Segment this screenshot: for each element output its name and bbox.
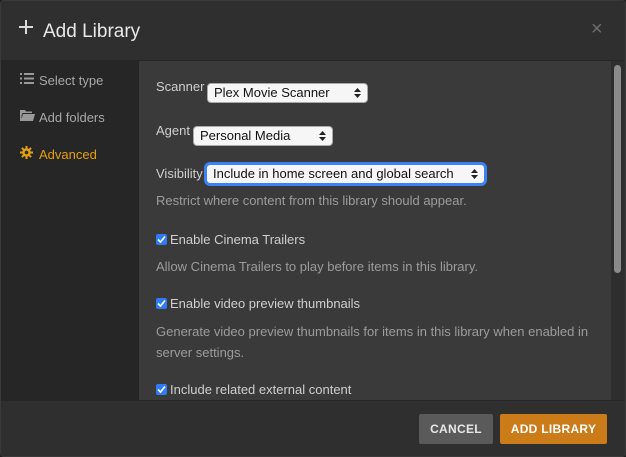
chevron-updown-icon xyxy=(471,169,478,179)
sidebar-item-add-folders[interactable]: Add folders xyxy=(1,101,139,131)
add-library-dialog: Add Library × Select type Add folders Ad… xyxy=(0,0,626,457)
agent-label: Agent xyxy=(156,123,190,138)
folder-icon xyxy=(20,109,35,122)
plus-icon xyxy=(19,20,33,34)
add-library-button[interactable]: ADD LIBRARY xyxy=(500,414,607,444)
agent-select[interactable]: Personal Media xyxy=(193,126,333,146)
visibility-label: Visibility xyxy=(156,166,203,181)
scanner-value: Plex Movie Scanner xyxy=(214,85,330,100)
gear-icon xyxy=(20,146,34,159)
cinema-trailers-checkbox[interactable] xyxy=(156,234,167,245)
dialog-footer: CANCEL ADD LIBRARY xyxy=(1,400,625,456)
content-scrollbar[interactable] xyxy=(611,61,625,400)
checkmark-icon xyxy=(157,385,166,394)
external-content-option: Include related external content xyxy=(156,382,456,398)
chevron-updown-icon xyxy=(354,88,361,98)
close-button[interactable]: × xyxy=(591,19,603,39)
visibility-help-text: Restrict where content from this library… xyxy=(156,193,467,208)
checkmark-icon xyxy=(157,235,166,244)
agent-value: Personal Media xyxy=(200,128,291,143)
external-content-label: Include related external content xyxy=(170,382,352,397)
sidebar-item-select-type[interactable]: Select type xyxy=(1,64,139,94)
scrollbar-thumb[interactable] xyxy=(614,65,621,273)
sidebar-item-label: Add folders xyxy=(39,110,105,125)
sidebar-item-advanced[interactable]: Advanced xyxy=(1,138,139,168)
sidebar-item-label: Select type xyxy=(39,73,104,88)
preview-thumbnails-checkbox[interactable] xyxy=(156,298,167,309)
visibility-value: Include in home screen and global search xyxy=(213,166,454,181)
advanced-settings-panel: Scanner Plex Movie Scanner Agent Persona… xyxy=(139,61,625,400)
chevron-updown-icon xyxy=(319,131,326,141)
preview-thumbnails-help-line1: Generate video preview thumbnails for it… xyxy=(156,324,589,339)
cinema-trailers-option: Enable Cinema Trailers xyxy=(156,232,456,248)
external-content-checkbox[interactable] xyxy=(156,384,167,395)
preview-thumbnails-option: Enable video preview thumbnails xyxy=(156,296,456,312)
preview-thumbnails-label: Enable video preview thumbnails xyxy=(170,296,361,311)
scanner-select[interactable]: Plex Movie Scanner xyxy=(207,83,368,103)
cancel-button[interactable]: CANCEL xyxy=(419,414,493,444)
cinema-trailers-help-text: Allow Cinema Trailers to play before ite… xyxy=(156,259,478,274)
dialog-title: Add Library xyxy=(43,21,141,42)
preview-thumbnails-help-line2: server settings. xyxy=(156,345,245,360)
scanner-label: Scanner xyxy=(156,79,205,94)
dialog-header: Add Library × xyxy=(1,1,625,61)
sidebar-item-label: Advanced xyxy=(39,147,97,162)
list-icon xyxy=(20,72,34,85)
sidebar: Select type Add folders Advanced xyxy=(1,61,139,400)
checkmark-icon xyxy=(157,299,166,308)
visibility-select[interactable]: Include in home screen and global search xyxy=(206,164,485,184)
cinema-trailers-label: Enable Cinema Trailers xyxy=(170,232,306,247)
